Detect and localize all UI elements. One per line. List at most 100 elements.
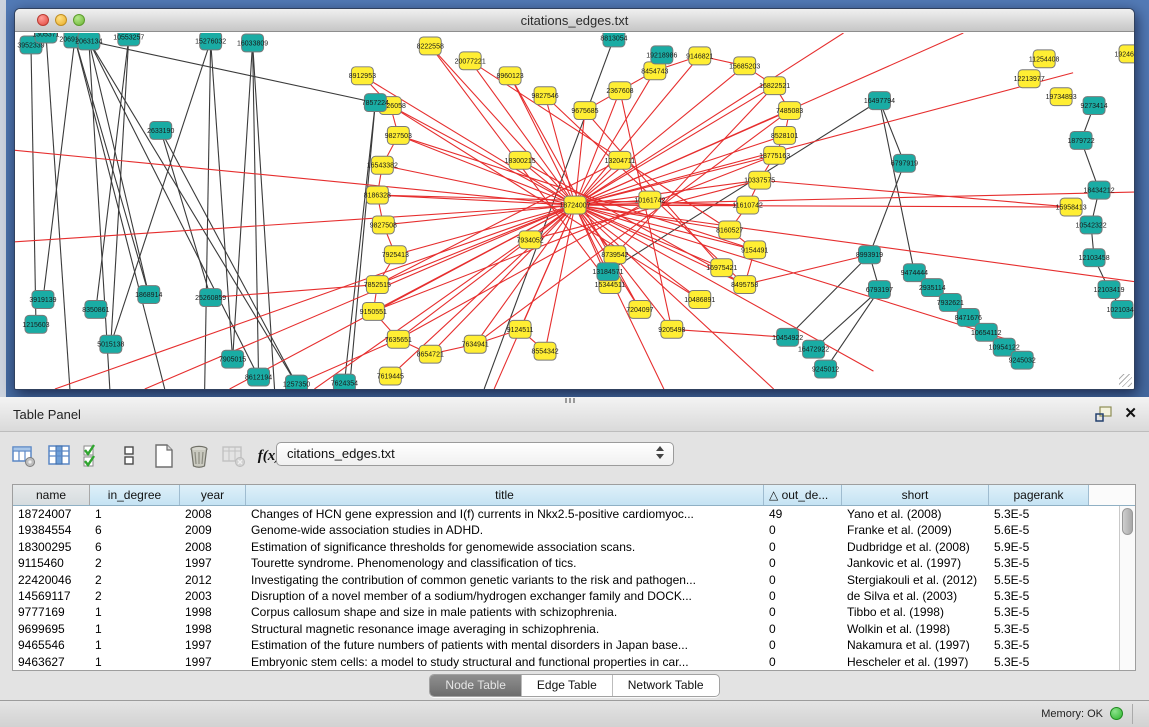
table-row[interactable]: 1830029562008Estimation of significance … (13, 539, 1119, 555)
table-cell[interactable]: 5.6E-5 (989, 522, 1089, 538)
table-cell[interactable]: 22420046 (13, 572, 90, 588)
graph-node[interactable]: 9827546 (531, 87, 558, 105)
graph-edge[interactable] (161, 130, 297, 384)
graph-node[interactable]: 13184571 (592, 263, 623, 281)
graph-edge[interactable] (233, 43, 253, 359)
column-header-title[interactable]: title (246, 485, 764, 505)
table-cell[interactable]: 2009 (180, 522, 246, 538)
toggle-view-icon[interactable] (117, 444, 141, 468)
table-cell[interactable]: 2008 (180, 506, 246, 522)
graph-edge[interactable] (43, 39, 75, 300)
graph-node[interactable]: 19218986 (646, 46, 677, 64)
graph-edge[interactable] (96, 37, 129, 309)
graph-node[interactable]: 12213977 (1014, 70, 1045, 88)
graph-node[interactable]: 10486891 (684, 291, 715, 309)
graph-node[interactable]: 1305371 (32, 33, 59, 43)
table-source-dropdown[interactable]: citations_edges.txt (276, 442, 674, 466)
graph-node[interactable]: 9827508 (370, 216, 397, 234)
table-cell[interactable]: 1 (90, 506, 180, 522)
graph-edge[interactable] (344, 103, 375, 383)
table-row[interactable]: 2242004622012Investigating the contribut… (13, 572, 1119, 588)
table-cell[interactable]: 5.3E-5 (989, 654, 1089, 670)
graph-edge[interactable] (349, 103, 375, 389)
table-cell[interactable]: 5.3E-5 (989, 637, 1089, 653)
graph-edge[interactable] (879, 101, 914, 273)
graph-node[interactable]: 18775163 (759, 146, 790, 164)
table-cell[interactable]: 6 (90, 522, 180, 538)
graph-node[interactable]: 19734893 (1046, 88, 1077, 106)
graph-edge[interactable] (788, 255, 870, 338)
graph-edge[interactable] (373, 155, 774, 311)
graph-edge[interactable] (31, 45, 36, 324)
column-visibility-icon[interactable] (47, 444, 71, 468)
column-header-short[interactable]: short (842, 485, 989, 505)
graph-edge[interactable] (575, 205, 1013, 341)
graph-node[interactable]: 16975421 (706, 259, 737, 277)
graph-edge[interactable] (89, 41, 297, 384)
graph-node[interactable]: 9154491 (741, 241, 768, 259)
graph-node[interactable]: 18300215 (505, 151, 536, 169)
column-header-in-degree[interactable]: in_degree (90, 485, 180, 505)
table-cell[interactable]: 9777169 (13, 604, 90, 620)
table-cell[interactable]: 5.3E-5 (989, 621, 1089, 637)
table-row[interactable]: 911546021997Tourette syndrome. Phenomeno… (13, 555, 1119, 571)
table-cell[interactable]: Estimation of the future numbers of pati… (246, 637, 764, 653)
graph-node[interactable]: 7934052 (516, 231, 543, 249)
graph-node[interactable]: 8654721 (417, 345, 444, 363)
column-header-year[interactable]: year (180, 485, 246, 505)
graph-node[interactable]: 1215603 (22, 315, 49, 333)
minimize-window-button[interactable] (55, 14, 67, 26)
graph-node[interactable]: 12103419 (1094, 281, 1125, 299)
graph-node[interactable]: 9146821 (686, 47, 713, 65)
table-cell[interactable]: 5.9E-5 (989, 539, 1089, 555)
graph-node[interactable]: 10454922 (772, 328, 803, 346)
table-cell[interactable]: 0 (764, 588, 842, 604)
table-cell[interactable]: Tibbo et al. (1998) (842, 604, 989, 620)
table-cell[interactable]: Stergiakouli et al. (2012) (842, 572, 989, 588)
graph-node[interactable]: 8160527 (716, 221, 743, 239)
table-cell[interactable]: 2 (90, 572, 180, 588)
graph-edge[interactable] (211, 285, 378, 298)
table-row[interactable]: 1456911722003Disruption of a novel membe… (13, 588, 1119, 604)
table-cell[interactable]: Yano et al. (2008) (842, 506, 989, 522)
graph-node[interactable]: 6793197 (866, 281, 893, 299)
resize-grip-icon[interactable] (1119, 374, 1132, 387)
graph-node[interactable]: 15276032 (195, 33, 226, 50)
graph-node[interactable]: 18724007 (559, 196, 590, 214)
table-cell[interactable]: Franke et al. (2009) (842, 522, 989, 538)
table-row[interactable]: 977716911998Corpus callosum shape and si… (13, 604, 1119, 620)
select-rows-icon[interactable] (82, 444, 106, 468)
graph-node[interactable]: 10210344 (1106, 300, 1134, 318)
zoom-window-button[interactable] (73, 14, 85, 26)
table-cell[interactable]: 0 (764, 637, 842, 653)
graph-edge[interactable] (745, 255, 870, 285)
graph-node[interactable]: 7619445 (377, 367, 404, 385)
float-panel-icon[interactable] (1095, 406, 1113, 422)
table-cell[interactable]: de Silva et al. (2003) (842, 588, 989, 604)
graph-node[interactable]: 10542322 (1076, 216, 1107, 234)
network-view-window[interactable]: citations_edges.txt 18724007891295318226… (14, 8, 1135, 390)
graph-node[interactable]: 8993919 (856, 246, 883, 264)
table-cell[interactable]: Hescheler et al. (1997) (842, 654, 989, 670)
graph-edge[interactable] (575, 205, 774, 389)
graph-node[interactable]: 1868914 (135, 286, 162, 304)
close-window-button[interactable] (37, 14, 49, 26)
table-cell[interactable]: 0 (764, 621, 842, 637)
table-row[interactable]: 969969511998Structural magnetic resonanc… (13, 621, 1119, 637)
close-panel-icon[interactable]: ✕ (1124, 404, 1137, 422)
table-cell[interactable]: 5.5E-5 (989, 572, 1089, 588)
table-cell[interactable]: Investigating the contribution of common… (246, 572, 764, 588)
table-row[interactable]: 946554611997Estimation of the future num… (13, 637, 1119, 653)
graph-node[interactable]: 7905015 (219, 350, 246, 368)
table-row[interactable]: 946362711997Embryonic stem cells: a mode… (13, 654, 1119, 670)
graph-edge[interactable] (89, 41, 259, 377)
graph-node[interactable]: 1879722 (1067, 131, 1094, 149)
delete-rows-trash-icon[interactable] (187, 444, 211, 468)
graph-edge[interactable] (672, 329, 788, 337)
table-cell[interactable]: Nakamura et al. (1997) (842, 637, 989, 653)
window-titlebar[interactable]: citations_edges.txt (15, 9, 1134, 32)
table-cell[interactable]: 1 (90, 654, 180, 670)
graph-node[interactable]: 9245032 (1009, 351, 1036, 369)
graph-node[interactable]: 8186328 (364, 186, 391, 204)
table-cell[interactable]: 1 (90, 637, 180, 653)
